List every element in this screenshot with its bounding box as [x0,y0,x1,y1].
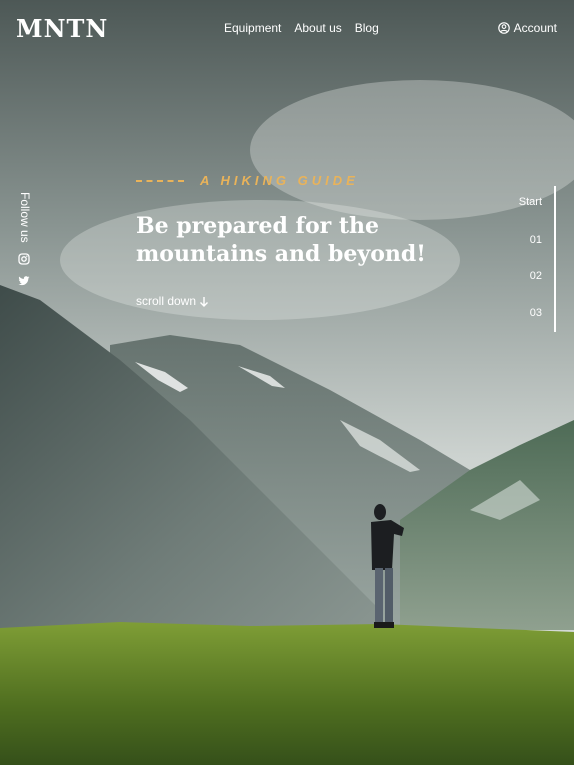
step-03[interactable]: 03 [530,307,542,319]
account-label: Account [513,21,557,35]
step-02[interactable]: 02 [530,270,542,282]
tagline-text: A HIKING GUIDE [200,173,359,188]
logo[interactable]: MNTN [16,14,108,43]
mountain-landscape [0,0,574,765]
page-title: Be prepared for the mountains and beyond… [136,212,436,268]
step-start[interactable]: Start [519,196,542,208]
step-01[interactable]: 01 [530,234,542,246]
follow-us: Follow us [10,192,38,287]
user-circle-icon [497,22,510,34]
hero: MNTN Equipment About us Blog Account Fol… [0,0,574,765]
nav-equipment[interactable]: Equipment [224,21,281,35]
nav-about-us[interactable]: About us [294,21,341,35]
headline-line-1: Be prepared for the [136,213,380,239]
main-nav: Equipment About us Blog [224,21,379,35]
twitter-icon[interactable] [18,275,30,287]
instagram-icon[interactable] [18,253,30,265]
account-link[interactable]: Account [497,21,557,35]
arrow-down-icon [200,296,209,307]
tagline: A HIKING GUIDE [136,173,359,188]
nav-blog[interactable]: Blog [355,21,379,35]
scroll-down-link[interactable]: scroll down [136,294,209,308]
headline-line-2: mountains and beyond! [136,241,426,267]
scroll-down-label: scroll down [136,294,197,308]
tagline-line [136,179,184,182]
follow-us-label: Follow us [18,192,32,243]
stepper-bar [554,186,556,332]
